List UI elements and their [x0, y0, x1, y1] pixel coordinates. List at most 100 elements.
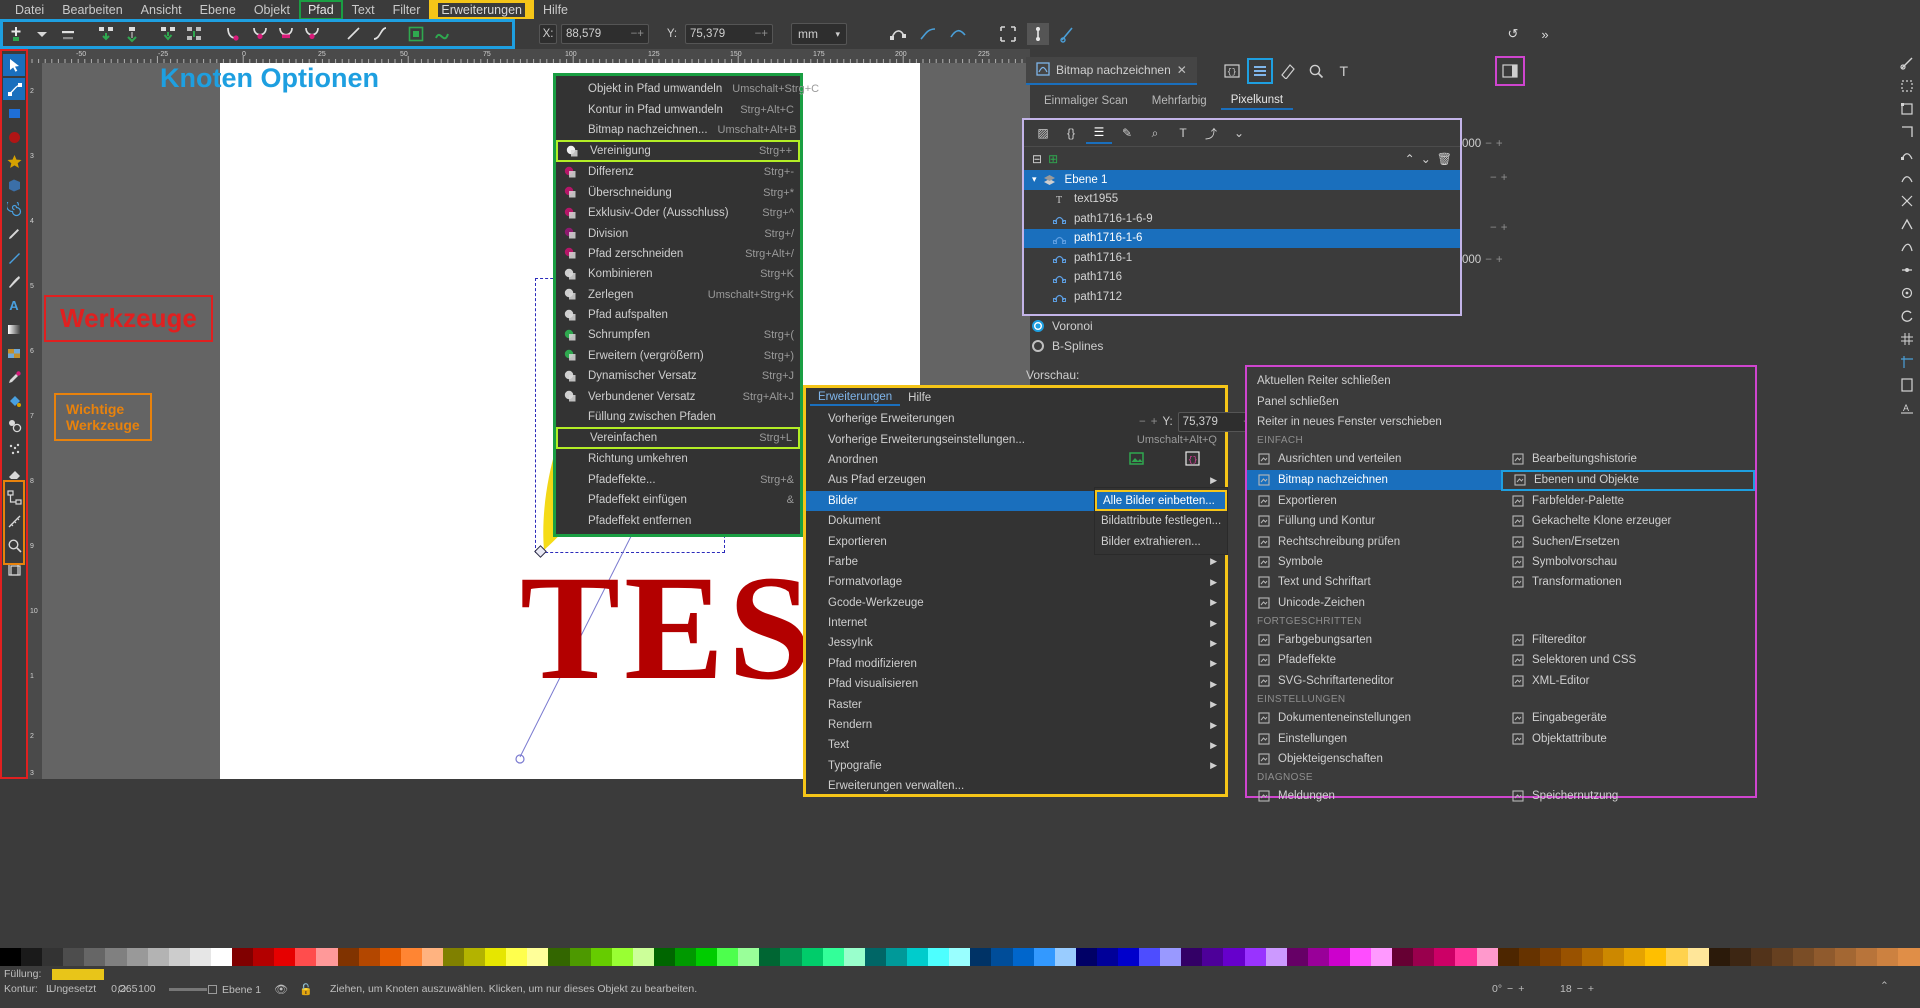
y-input[interactable]: 75,379 − + [685, 24, 773, 44]
bsplines-radio[interactable] [1032, 340, 1044, 352]
context-simple-left-1[interactable]: Bitmap nachzeichnen [1247, 469, 1501, 490]
trace-tab-einmaliger-scan[interactable]: Einmaliger Scan [1034, 93, 1138, 109]
x-input[interactable]: 88,579 − + [561, 24, 649, 44]
delete-segment-icon[interactable] [183, 23, 205, 45]
palette-swatch-13[interactable] [274, 948, 296, 966]
object-row-4[interactable]: path1716-1 [1024, 248, 1460, 268]
object-row-1[interactable]: Ttext1955 [1024, 190, 1460, 210]
snap-bbox-edge-icon[interactable] [1897, 99, 1917, 119]
node-cusp-icon[interactable] [223, 23, 245, 45]
connector-tool[interactable] [3, 486, 25, 508]
ext-menu-item-14[interactable]: Raster ▶ [806, 694, 1225, 714]
context-advanced-right-0[interactable]: Filtereditor [1501, 630, 1755, 650]
object-row-0[interactable]: ▾ Ebene 1 [1024, 170, 1460, 190]
context-menu-top-item-2[interactable]: Reiter in neues Fenster verschieben [1247, 412, 1755, 432]
snap-smooth-icon[interactable] [1897, 237, 1917, 257]
palette-swatch-15[interactable] [316, 948, 338, 966]
menu-item-text[interactable]: Text [343, 1, 384, 19]
join-segment-icon[interactable] [157, 23, 179, 45]
transform-handles-icon[interactable] [997, 23, 1019, 45]
context-settings-left-0[interactable]: Dokumenteneinstellungen [1247, 708, 1501, 728]
image-preview-icon[interactable] [1128, 451, 1144, 469]
context-settings-left-1[interactable]: Einstellungen [1247, 728, 1501, 748]
path-handles-icon[interactable] [917, 23, 939, 45]
palette-swatch-73[interactable] [1539, 948, 1561, 966]
snap-bbox-corner-icon[interactable] [1897, 122, 1917, 142]
objects-panel-icon[interactable] [1246, 58, 1273, 84]
palette-swatch-30[interactable] [632, 948, 654, 966]
palette-swatch-23[interactable] [485, 948, 507, 966]
palette-swatch-22[interactable] [464, 948, 486, 966]
trace-tab-pixelkunst[interactable]: Pixelkunst [1220, 92, 1294, 110]
expand-triangle-icon[interactable]: ▾ [1032, 174, 1037, 185]
radio-row-voronoi[interactable]: Voronoi [1026, 316, 1456, 336]
snap-rotation-icon[interactable] [1897, 306, 1917, 326]
context-menu-top-item-1[interactable]: Panel schließen [1247, 391, 1755, 411]
palette-swatch-49[interactable] [1033, 948, 1055, 966]
palette-swatch-37[interactable] [780, 948, 802, 966]
ext-menubar-erweiterungen[interactable]: Erweiterungen [810, 390, 901, 406]
tweak-tool[interactable] [3, 414, 25, 436]
pfad-menu-item-1[interactable]: Kontur in Pfad umwandeln Strg+Alt+C [556, 99, 800, 119]
context-diagnose-right-0[interactable]: Speichernutzung [1501, 786, 1755, 806]
lock-icon[interactable]: 🔓 [299, 983, 313, 996]
palette-swatch-89[interactable] [1877, 948, 1899, 966]
palette-swatch-60[interactable] [1265, 948, 1287, 966]
voronoi-radio[interactable] [1032, 320, 1044, 332]
context-simple-left-5[interactable]: Symbole [1247, 552, 1501, 572]
pfad-menu-item-11[interactable]: Pfad aufspalten [556, 305, 800, 325]
context-advanced-right-2[interactable]: XML-Editor [1501, 671, 1755, 691]
spiral-tool[interactable] [3, 198, 25, 220]
bilder-submenu-item-0[interactable]: Alle Bilder einbetten... [1095, 490, 1227, 511]
palette-swatch-36[interactable] [759, 948, 781, 966]
palette-swatch-90[interactable] [1898, 948, 1920, 966]
palette-swatch-46[interactable] [970, 948, 992, 966]
ext-menubar[interactable]: Erweiterungen Hilfe [806, 388, 1225, 407]
rotation-control[interactable]: 0° − + [1492, 983, 1524, 995]
rotate-icon[interactable]: ↺ [1502, 23, 1524, 45]
clip-paths-icon[interactable] [1057, 23, 1079, 45]
context-settings-right-1[interactable]: Objektattribute [1501, 728, 1755, 748]
stroke-to-path-icon[interactable] [431, 23, 453, 45]
palette-swatch-32[interactable] [675, 948, 697, 966]
spinner-1[interactable]: 000 − + [1462, 138, 1503, 150]
palette-swatch-61[interactable] [1286, 948, 1308, 966]
radio-row-bsplines[interactable]: B-Splines [1026, 336, 1456, 356]
context-diagnose-left-0[interactable]: Meldungen [1247, 786, 1501, 806]
trace-tab-mehrfarbig[interactable]: Mehrfarbig [1142, 93, 1217, 109]
snap-intersection-icon[interactable] [1897, 191, 1917, 211]
curve-segment-icon[interactable] [369, 23, 391, 45]
palette-swatch-88[interactable] [1856, 948, 1878, 966]
pfad-menu-item-4[interactable]: Differenz Strg+- [556, 162, 800, 182]
dock-tab-bitmap-nachzeichnen[interactable]: Bitmap nachzeichnen ✕ [1026, 57, 1197, 85]
context-simple-left-2[interactable]: Exportieren [1247, 491, 1501, 511]
menu-item-pfad[interactable]: Pfad [298, 0, 343, 20]
palette-swatch-40[interactable] [843, 948, 865, 966]
ext-menu-item-10[interactable]: Internet ▶ [806, 613, 1225, 633]
context-simple-right-0[interactable]: Bearbeitungshistorie [1501, 449, 1755, 469]
node-icon[interactable]: ⤴ [1198, 122, 1224, 144]
context-settings-left-2[interactable]: Objekteigenschaften [1247, 749, 1501, 769]
palette-swatch-80[interactable] [1687, 948, 1709, 966]
fill-swatch[interactable] [52, 968, 105, 980]
palette-swatch-62[interactable] [1307, 948, 1329, 966]
pfad-menu-item-19[interactable]: Pfadeffekte... Strg+& [556, 470, 800, 490]
paintbucket-tool[interactable] [3, 390, 25, 412]
dropper-tool[interactable] [3, 366, 25, 388]
palette-swatch-7[interactable] [147, 948, 169, 966]
snap-nodes-icon[interactable] [1897, 145, 1917, 165]
palette-swatch-77[interactable] [1624, 948, 1646, 966]
dock-tab-bar[interactable]: Bitmap nachzeichnen ✕ {} T [1026, 55, 1546, 87]
ext-menu-item-9[interactable]: Gcode-Werkzeuge ▶ [806, 593, 1225, 613]
fill-indicator[interactable]: Füllung: [4, 968, 105, 980]
spinner-4[interactable]: 000 − + [1462, 254, 1503, 266]
palette-swatch-35[interactable] [738, 948, 760, 966]
context-simple-right-4[interactable]: Suchen/Ersetzen [1501, 531, 1755, 551]
palette-swatch-26[interactable] [548, 948, 570, 966]
context-advanced-left-0[interactable]: Farbgebungsarten [1247, 630, 1501, 650]
snap-page-icon[interactable] [1897, 375, 1917, 395]
palette-swatch-79[interactable] [1666, 948, 1688, 966]
eye-icon[interactable]: 👁 [274, 983, 288, 996]
palette-swatch-1[interactable] [21, 948, 43, 966]
pfad-dropdown-menu[interactable]: Objekt in Pfad umwandeln Umschalt+Strg+C K… [553, 73, 819, 537]
